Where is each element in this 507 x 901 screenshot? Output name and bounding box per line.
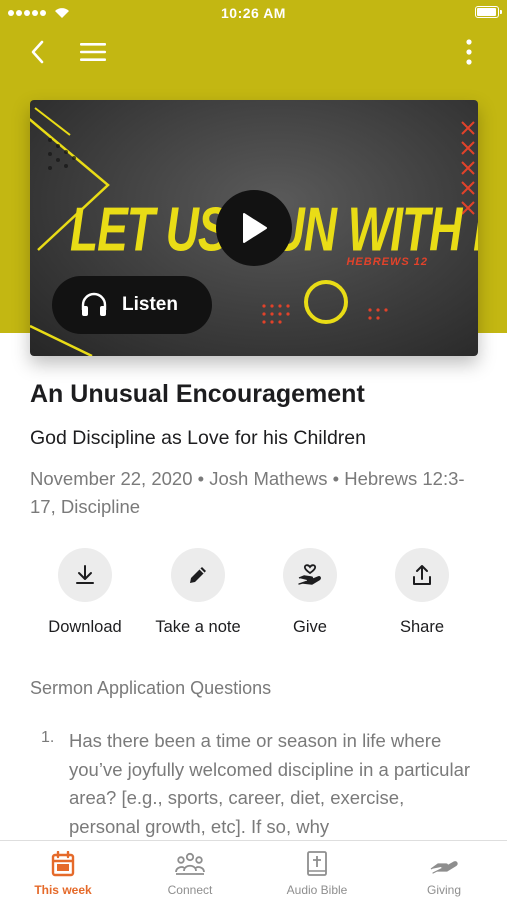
play-button[interactable] xyxy=(216,190,292,266)
sermon-artwork: LET US RUN WITH ENDURANCE HEBREWS 12 Lis… xyxy=(30,100,478,356)
question-number: 1. xyxy=(41,729,55,746)
share-button[interactable]: Share xyxy=(366,548,478,637)
hamburger-menu-icon xyxy=(80,43,106,61)
sermon-subtitle: God Discipline as Love for his Children xyxy=(30,427,366,449)
download-label: Download xyxy=(48,618,122,636)
take-note-label: Take a note xyxy=(155,618,241,636)
share-icon xyxy=(413,565,431,585)
question-text: Has there been a time or season in life … xyxy=(69,730,471,837)
nav-bar xyxy=(0,30,507,74)
tab-giving[interactable]: Giving xyxy=(381,841,507,901)
status-bar: 10:26 AM xyxy=(0,0,507,26)
give-hand-heart-icon xyxy=(298,564,321,585)
give-button[interactable]: Give xyxy=(254,548,366,637)
tab-audio-bible[interactable]: Audio Bible xyxy=(254,841,380,901)
action-row: Download Take a note Give Share xyxy=(29,548,479,638)
tab-label-this-week: This week xyxy=(34,883,92,897)
vertical-dots-icon xyxy=(466,39,472,65)
tab-label-connect: Connect xyxy=(167,883,213,897)
battery-icon xyxy=(475,6,502,18)
back-button[interactable] xyxy=(20,34,56,70)
tab-connect[interactable]: Connect xyxy=(127,841,253,901)
tab-bar: This week Connect Audio Bible Giving xyxy=(0,840,507,901)
status-time: 10:26 AM xyxy=(221,5,286,21)
share-label: Share xyxy=(399,618,445,636)
menu-button[interactable] xyxy=(75,34,111,70)
pencil-icon xyxy=(190,567,206,583)
download-button[interactable]: Download xyxy=(29,548,141,637)
give-label: Give xyxy=(293,618,327,636)
calendar-icon xyxy=(51,851,75,877)
listen-button[interactable]: Listen xyxy=(52,276,212,334)
artwork-subtitle: HEBREWS 12 xyxy=(346,256,428,268)
giving-hand-icon xyxy=(430,861,458,874)
sermon-meta: November 22, 2020 • Josh Mathews • Hebre… xyxy=(30,468,465,517)
more-options-button[interactable] xyxy=(451,34,487,70)
listen-label: Listen xyxy=(122,294,178,315)
tab-label-giving: Giving xyxy=(426,883,461,897)
tab-label-audio-bible: Audio Bible xyxy=(286,883,348,897)
headphones-icon xyxy=(80,292,108,318)
take-note-button[interactable]: Take a note xyxy=(142,548,254,637)
chevron-left-icon xyxy=(31,40,44,64)
download-icon xyxy=(76,565,94,584)
tab-this-week[interactable]: This week xyxy=(0,841,126,901)
sermon-title: An Unusual Encouragement xyxy=(30,380,365,408)
people-group-icon xyxy=(175,852,205,875)
section-heading: Sermon Application Questions xyxy=(30,678,272,698)
bible-icon xyxy=(307,851,327,876)
play-icon xyxy=(243,213,267,243)
